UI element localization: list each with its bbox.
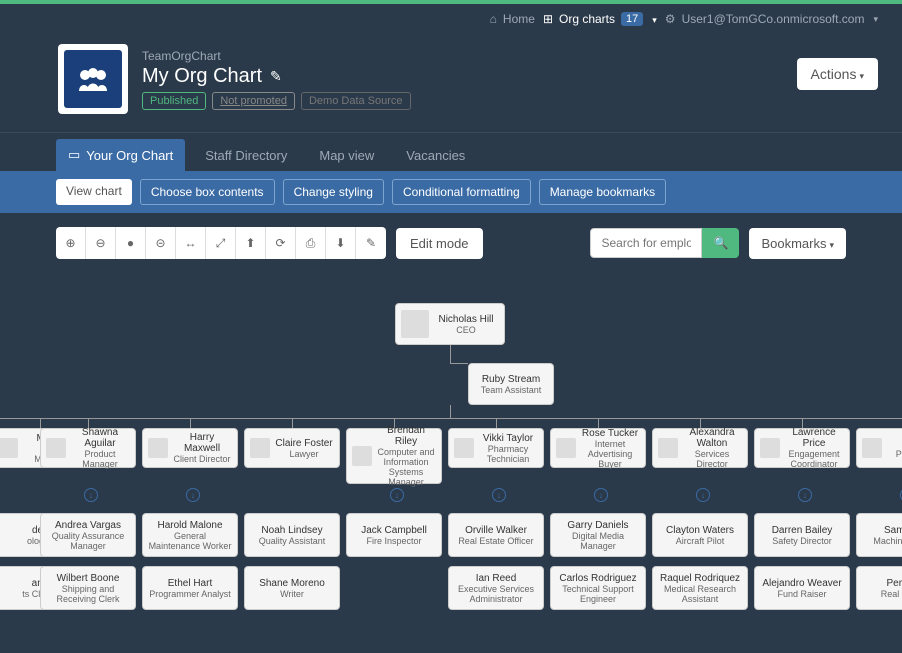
org-node[interactable]: Vikki TaylorPharmacy Technician — [448, 428, 544, 468]
org-node[interactable]: Carlos RodriguezTechnical Support Engine… — [550, 566, 646, 610]
expand-icon[interactable]: ↓ — [696, 488, 710, 502]
conditional-formatting-button[interactable]: Conditional formatting — [392, 179, 531, 205]
page-title: My Org Chart✎ — [142, 65, 411, 88]
nav-orgcharts[interactable]: ⊞Org charts 17 — [543, 12, 657, 26]
avatar — [250, 438, 270, 458]
avatar — [658, 438, 678, 458]
remove-icon[interactable]: ⊝ — [146, 227, 176, 259]
box-contents-button[interactable]: Choose box contents — [140, 179, 275, 205]
user-icon: ⚙ — [665, 12, 676, 26]
tab-your-org-chart[interactable]: ▭Your Org Chart — [56, 139, 185, 171]
expand-icon[interactable]: ↓ — [594, 488, 608, 502]
change-styling-button[interactable]: Change styling — [283, 179, 384, 205]
org-node[interactable]: Brendan RileyComputer and Information Sy… — [346, 428, 442, 484]
bookmarks-button[interactable]: Bookmarks — [749, 228, 846, 259]
expand-icon[interactable]: ↓ — [390, 488, 404, 502]
org-node[interactable]: Garry DanielsDigital Media Manager — [550, 513, 646, 557]
expand-icon[interactable]: ↓ — [186, 488, 200, 502]
org-node[interactable]: Shane MorenoWriter — [244, 566, 340, 610]
avatar — [148, 438, 168, 458]
refresh-icon[interactable]: ⟳ — [266, 227, 296, 259]
zoom-in-icon[interactable]: ⊕ — [56, 227, 86, 259]
manage-bookmarks-button[interactable]: Manage bookmarks — [539, 179, 666, 205]
org-node[interactable]: SamanthMachine T Ope — [856, 513, 902, 557]
published-badge: Published — [142, 92, 206, 110]
export-icon[interactable]: ⬇ — [326, 227, 356, 259]
brush-icon[interactable]: ✎ — [356, 227, 386, 259]
org-node[interactable]: Alexandra WaltonServices Director — [652, 428, 748, 468]
org-node[interactable]: Darren BaileySafety Director — [754, 513, 850, 557]
tab-map-view[interactable]: Map view — [307, 139, 386, 171]
print-icon[interactable]: ⎙ — [296, 227, 326, 259]
fit-width-icon[interactable]: ↔ — [176, 227, 206, 259]
org-node[interactable]: Lawrence PriceEngagement Coordinator — [754, 428, 850, 468]
avatar — [454, 438, 474, 458]
up-icon[interactable]: ⬆ — [236, 227, 266, 259]
actions-button[interactable]: Actions — [797, 58, 878, 90]
tab-vacancies[interactable]: Vacancies — [394, 139, 477, 171]
avatar — [0, 438, 18, 458]
avatar — [46, 438, 66, 458]
org-node[interactable]: Orville WalkerReal Estate Officer — [448, 513, 544, 557]
org-node[interactable]: Rose TuckerInternet Advertising Buyer — [550, 428, 646, 468]
expand-icon[interactable]: ⤢ — [206, 227, 236, 259]
search-icon: 🔍 — [713, 236, 728, 250]
add-icon[interactable]: ● — [116, 227, 146, 259]
org-node[interactable]: Harry MaxwellClient Director — [142, 428, 238, 468]
search-button[interactable]: 🔍 — [702, 228, 739, 258]
org-node[interactable]: Wilbert BooneShipping and Receiving Cler… — [40, 566, 136, 610]
app-subtitle: TeamOrgChart — [142, 49, 411, 63]
expand-icon[interactable]: ↓ — [798, 488, 812, 502]
org-node[interactable]: Ian ReedExecutive Services Administrator — [448, 566, 544, 610]
org-node[interactable]: Ruby StreamTeam Assistant — [468, 363, 554, 405]
avatar — [760, 438, 780, 458]
org-node[interactable]: Alejandro WeaverFund Raiser — [754, 566, 850, 610]
org-node[interactable]: Claire FosterLawyer — [244, 428, 340, 468]
avatar — [862, 438, 882, 458]
edit-title-icon[interactable]: ✎ — [270, 68, 282, 85]
org-node[interactable]: Raquel RodriquezMedical Research Assista… — [652, 566, 748, 610]
expand-icon[interactable]: ↓ — [84, 488, 98, 502]
org-node[interactable]: Andrea VargasQuality Assurance Manager — [40, 513, 136, 557]
org-node[interactable]: Shawna AguilarProduct Manager — [40, 428, 136, 468]
nav-user[interactable]: ⚙User1@TomGCo.onmicrosoft.com — [665, 12, 878, 26]
edit-mode-button[interactable]: Edit mode — [396, 228, 483, 259]
org-node[interactable]: Ethel HartProgrammer Analyst — [142, 566, 238, 610]
not-promoted-link[interactable]: Not promoted — [212, 92, 295, 110]
search-input[interactable] — [590, 228, 702, 258]
org-node[interactable]: Nicholas HillCEO — [395, 303, 505, 345]
tab-staff-directory[interactable]: Staff Directory — [193, 139, 299, 171]
avatar — [352, 446, 372, 466]
org-node[interactable]: Harold MaloneGeneral Maintenance Worker — [142, 513, 238, 557]
org-node[interactable]: TinPr Control — [856, 428, 902, 468]
card-icon: ▭ — [68, 147, 80, 163]
org-node[interactable]: Noah LindseyQuality Assistant — [244, 513, 340, 557]
avatar — [556, 438, 576, 458]
expand-icon[interactable]: ↓ — [492, 488, 506, 502]
org-node[interactable]: Clayton WatersAircraft Pilot — [652, 513, 748, 557]
avatar — [401, 310, 429, 338]
data-source-badge: Demo Data Source — [301, 92, 411, 110]
org-node[interactable]: Percy SReal Estate — [856, 566, 902, 610]
nav-home[interactable]: ⌂Home — [490, 12, 535, 26]
org-node[interactable]: Jack CampbellFire Inspector — [346, 513, 442, 557]
chart-icon: ⊞ — [543, 12, 553, 26]
home-icon: ⌂ — [490, 12, 497, 26]
zoom-out-icon[interactable]: ⊖ — [86, 227, 116, 259]
app-logo — [58, 44, 128, 114]
orgchart-count-badge: 17 — [621, 12, 643, 26]
view-chart-button[interactable]: View chart — [56, 179, 132, 205]
